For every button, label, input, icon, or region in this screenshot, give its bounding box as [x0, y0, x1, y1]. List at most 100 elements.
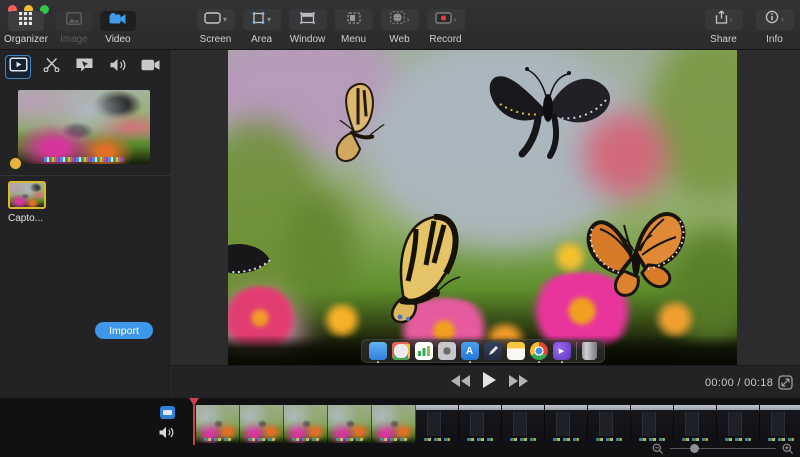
zoom-slider-knob[interactable]	[690, 444, 699, 453]
stats-icon	[414, 342, 433, 360]
notes-icon	[506, 342, 525, 360]
trim-tool-button[interactable]	[38, 55, 64, 79]
chevron-down-icon: ▾	[266, 14, 271, 24]
chrome-icon	[529, 342, 548, 363]
web-capture-button[interactable]: › Web	[378, 9, 421, 45]
timeline-filmstrip[interactable]	[196, 405, 800, 443]
screen-capture-button[interactable]: ▾ Screen	[194, 9, 237, 45]
timeline-zoom-controls	[652, 442, 794, 455]
chevron-right-icon: ›	[781, 14, 784, 24]
preview-area: A ▶	[171, 50, 800, 365]
butterfly-partial-left	[228, 236, 278, 287]
video-camera-icon	[109, 12, 126, 30]
timeline-frame	[240, 405, 284, 443]
audio-track-icon[interactable]	[158, 426, 174, 444]
share-icon	[715, 10, 728, 29]
timeline-frame	[416, 405, 459, 443]
butterfly-monarch	[584, 203, 687, 306]
toolbar-right-buttons: › Share › Info	[702, 9, 796, 45]
timeline-frame	[631, 405, 674, 443]
chevron-right-icon: ›	[453, 14, 457, 24]
timeline-frame	[284, 405, 328, 443]
selected-clip-preview[interactable]	[9, 90, 150, 170]
timeline-frame	[196, 405, 240, 443]
video-tools-row	[0, 50, 170, 84]
screen-capture-icon	[204, 11, 221, 29]
tab-image[interactable]: Image	[55, 11, 92, 45]
playhead[interactable]	[188, 398, 199, 446]
record-icon	[435, 11, 452, 29]
timeline-frame	[717, 405, 760, 443]
launchpad-icon	[391, 342, 410, 360]
capto-app-window: Organizer Image Video ▾ Screen ▾ Area Wi…	[0, 0, 800, 457]
speaker-icon	[109, 58, 126, 77]
tab-organizer[interactable]: Organizer	[4, 11, 48, 45]
chevron-right-icon: ›	[729, 14, 733, 24]
zoom-slider-track[interactable]	[670, 448, 776, 449]
import-button[interactable]: Import	[95, 322, 153, 339]
image-icon	[66, 12, 82, 30]
playback-controls-bar: 00:00 / 00:18	[171, 365, 800, 398]
settings-icon	[437, 342, 456, 360]
menu-capture-button[interactable]: Menu	[332, 9, 375, 45]
editor-pen-icon	[483, 342, 502, 360]
area-capture-button[interactable]: ▾ Area	[240, 9, 283, 45]
chevron-right-icon: ›	[406, 14, 410, 24]
timeline-frame	[459, 405, 502, 443]
area-capture-icon	[252, 11, 265, 29]
sidebar-divider	[0, 175, 170, 176]
timeline-frame	[588, 405, 631, 443]
playhead-line	[192, 404, 195, 445]
timeline-frame	[502, 405, 545, 443]
fullscreen-icon[interactable]	[778, 375, 793, 395]
sidebar: Capto... Import	[0, 50, 170, 398]
web-capture-icon	[389, 10, 405, 29]
timeline-frame	[372, 405, 416, 443]
tab-video-label: Video	[105, 34, 131, 45]
menu-capture-icon	[346, 11, 361, 29]
mode-tabs: Organizer Image Video	[4, 11, 136, 45]
timeline-frame	[545, 405, 588, 443]
play-button[interactable]	[483, 372, 496, 393]
info-icon	[765, 10, 779, 29]
grid-icon	[18, 11, 33, 31]
trash-icon	[581, 342, 597, 360]
video-track-icon[interactable]	[160, 406, 175, 419]
record-button[interactable]: › Record	[424, 9, 467, 45]
main-toolbar: Organizer Image Video ▾ Screen ▾ Area Wi…	[0, 0, 800, 50]
window-capture-button[interactable]: Window	[286, 9, 329, 45]
video-canvas[interactable]: A ▶	[228, 50, 737, 365]
timeline	[0, 398, 800, 457]
finder-icon	[368, 342, 387, 363]
timeline-frame	[328, 405, 372, 443]
clip-list-item[interactable]: Capto...	[8, 181, 68, 224]
scissors-icon	[42, 57, 60, 77]
capture-buttons: ▾ Screen ▾ Area Window Menu › Web › Reco…	[194, 9, 467, 45]
info-button[interactable]: › Info	[753, 9, 796, 45]
preview-tool-icon	[8, 57, 28, 77]
clip-status-dot	[9, 157, 22, 170]
window-capture-icon	[300, 11, 315, 29]
zoom-out-icon[interactable]	[652, 442, 664, 457]
chevron-down-icon: ▾	[222, 14, 227, 24]
annotate-tool-button[interactable]	[71, 55, 97, 79]
butterfly-tiger-swallowtail-small	[323, 76, 387, 177]
zoom-in-icon[interactable]	[782, 442, 794, 457]
fast-forward-button[interactable]	[509, 374, 528, 392]
clip-thumbnail[interactable]	[8, 181, 46, 209]
recorded-dock: A ▶	[360, 339, 605, 363]
app-store-icon: A	[460, 342, 479, 363]
butterfly-tiger-swallowtail-large	[346, 205, 473, 332]
timeline-frame	[674, 405, 717, 443]
transport-controls	[451, 366, 528, 399]
dock-separator	[575, 342, 577, 360]
camera-tool-button[interactable]	[137, 55, 163, 79]
tab-video[interactable]: Video	[99, 11, 136, 45]
rewind-button[interactable]	[451, 374, 470, 392]
audio-tool-button[interactable]	[104, 55, 130, 79]
timeline-frame	[760, 405, 800, 443]
tab-organizer-label: Organizer	[4, 34, 48, 45]
share-button[interactable]: › Share	[702, 9, 745, 45]
preview-tool-button[interactable]	[5, 55, 31, 79]
clip-name-label: Capto...	[8, 213, 44, 224]
